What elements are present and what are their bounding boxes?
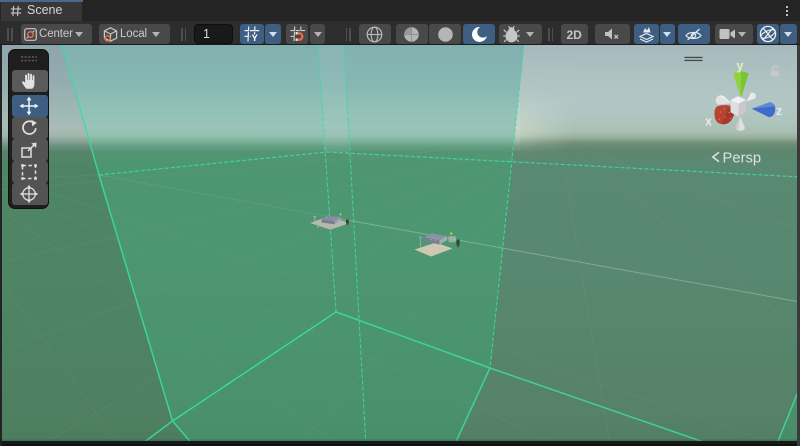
svg-text:Y: Y [252,33,259,42]
svg-text:z: z [776,104,782,118]
svg-text:x: x [705,115,712,129]
svg-text:Persp: Persp [723,151,762,167]
svg-text:y: y [737,59,744,73]
